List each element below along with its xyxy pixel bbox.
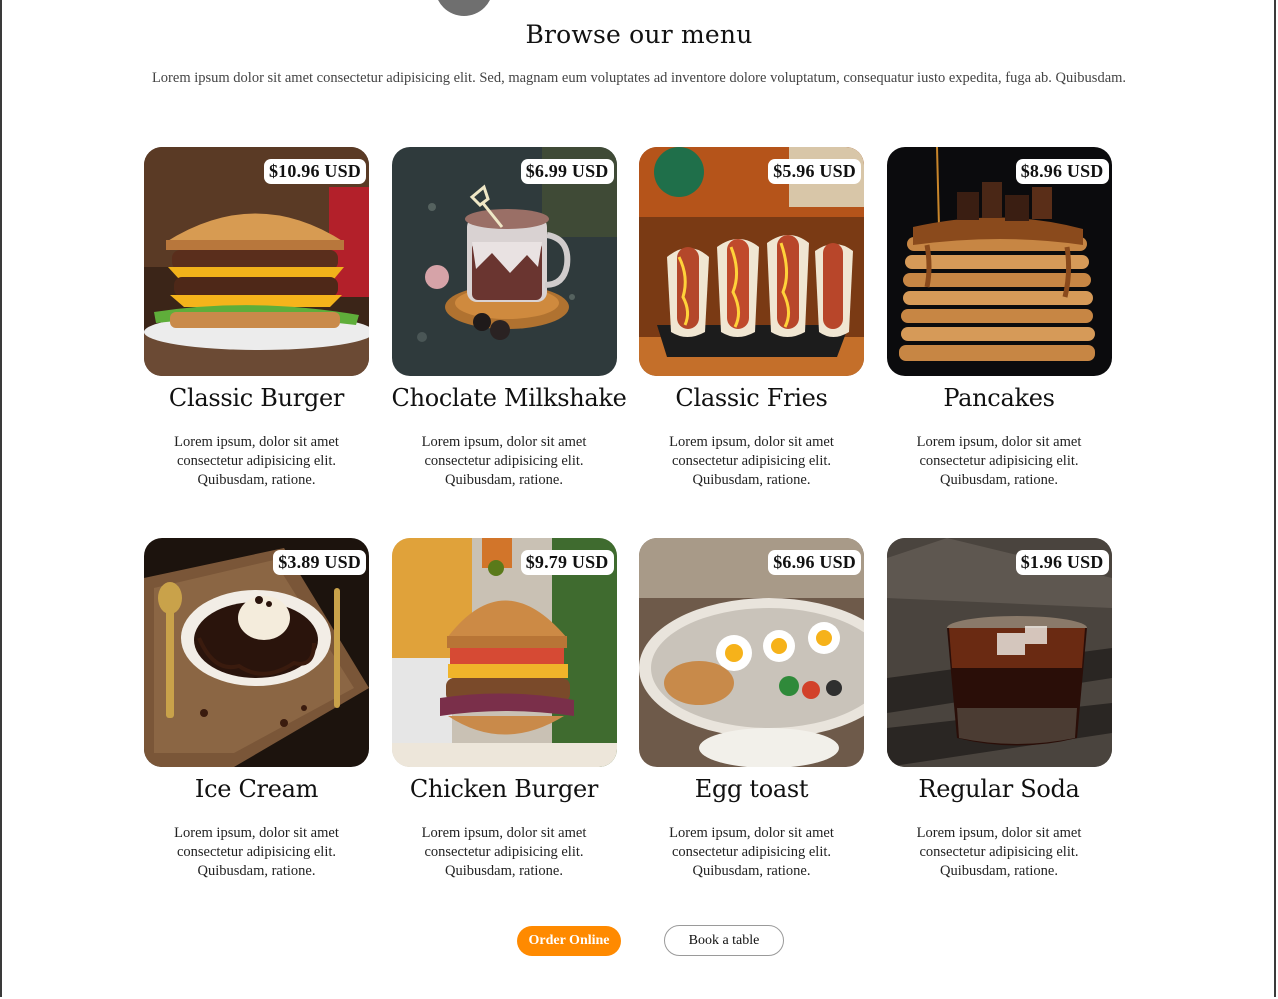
menu-grid: $10.96 USD Classic Burger Lorem ipsum, d… [144, 147, 1112, 929]
menu-card[interactable]: $9.79 USD Chicken Burger Lorem ipsum, do… [391, 538, 617, 929]
price-badge: $6.96 USD [768, 550, 861, 575]
item-description: Lorem ipsum, dolor sit amet consectetur … [669, 825, 834, 879]
burger-photo: $10.96 USD [144, 147, 369, 376]
item-title: Ice Cream [194, 775, 319, 803]
hotdogs-photo: $5.96 USD [639, 147, 864, 376]
item-title: Chicken Burger [409, 775, 599, 803]
icecream-photo: $3.89 USD [144, 538, 369, 767]
price-badge: $10.96 USD [263, 159, 366, 184]
order-online-button[interactable]: Order Online [517, 926, 621, 956]
book-table-button[interactable]: Book a table [664, 925, 784, 956]
price-badge: $6.99 USD [520, 159, 614, 184]
item-description: Lorem ipsum, dolor sit amet consectetur … [421, 434, 587, 488]
price-badge: $5.96 USD [768, 159, 861, 184]
menu-card[interactable]: $1.96 USD Regular Soda Lorem ipsum, dolo… [886, 538, 1112, 929]
menu-intro: Lorem ipsum dolor sit amet consectetur a… [151, 70, 1127, 86]
milkshake-photo: $6.99 USD [391, 147, 617, 376]
item-title: Regular Soda [918, 775, 1080, 803]
menu-card[interactable]: $6.96 USD Egg toast Lorem ipsum, dolor s… [639, 538, 864, 929]
menu-card[interactable]: $8.96 USD Pancakes Lorem ipsum, dolor si… [886, 147, 1112, 538]
item-title: Classic Burger [168, 384, 345, 412]
egg-toast-photo: $6.96 USD [639, 538, 864, 767]
price-badge: $9.79 USD [520, 550, 614, 575]
price-badge: $8.96 USD [1015, 159, 1109, 184]
menu-actions: Order Online Book a table [0, 925, 1278, 957]
item-title: Classic Fries [675, 384, 828, 412]
item-title: Pancakes [943, 384, 1055, 412]
menu-card[interactable]: $5.96 USD Classic Fries Lorem ipsum, dol… [639, 147, 864, 538]
soda-photo: $1.96 USD [886, 538, 1112, 767]
chicken-burger-photo: $9.79 USD [391, 538, 617, 767]
item-description: Lorem ipsum, dolor sit amet consectetur … [174, 825, 339, 879]
item-description: Lorem ipsum, dolor sit amet consectetur … [669, 434, 834, 488]
item-description: Lorem ipsum, dolor sit amet consectetur … [916, 434, 1082, 488]
price-badge: $3.89 USD [273, 550, 366, 575]
pancakes-photo: $8.96 USD [886, 147, 1112, 376]
item-title: Egg toast [694, 775, 809, 803]
item-description: Lorem ipsum, dolor sit amet consectetur … [421, 825, 587, 879]
item-title: Choclate Milkshake [391, 384, 627, 412]
menu-heading: Browse our menu [525, 20, 753, 49]
menu-card[interactable]: $3.89 USD Ice Cream Lorem ipsum, dolor s… [144, 538, 369, 929]
item-description: Lorem ipsum, dolor sit amet consectetur … [174, 434, 339, 488]
price-badge: $1.96 USD [1015, 550, 1109, 575]
item-description: Lorem ipsum, dolor sit amet consectetur … [916, 825, 1082, 879]
menu-card[interactable]: $10.96 USD Classic Burger Lorem ipsum, d… [144, 147, 369, 538]
menu-card[interactable]: $6.99 USD Choclate Milkshake Lorem ipsum… [391, 147, 627, 538]
